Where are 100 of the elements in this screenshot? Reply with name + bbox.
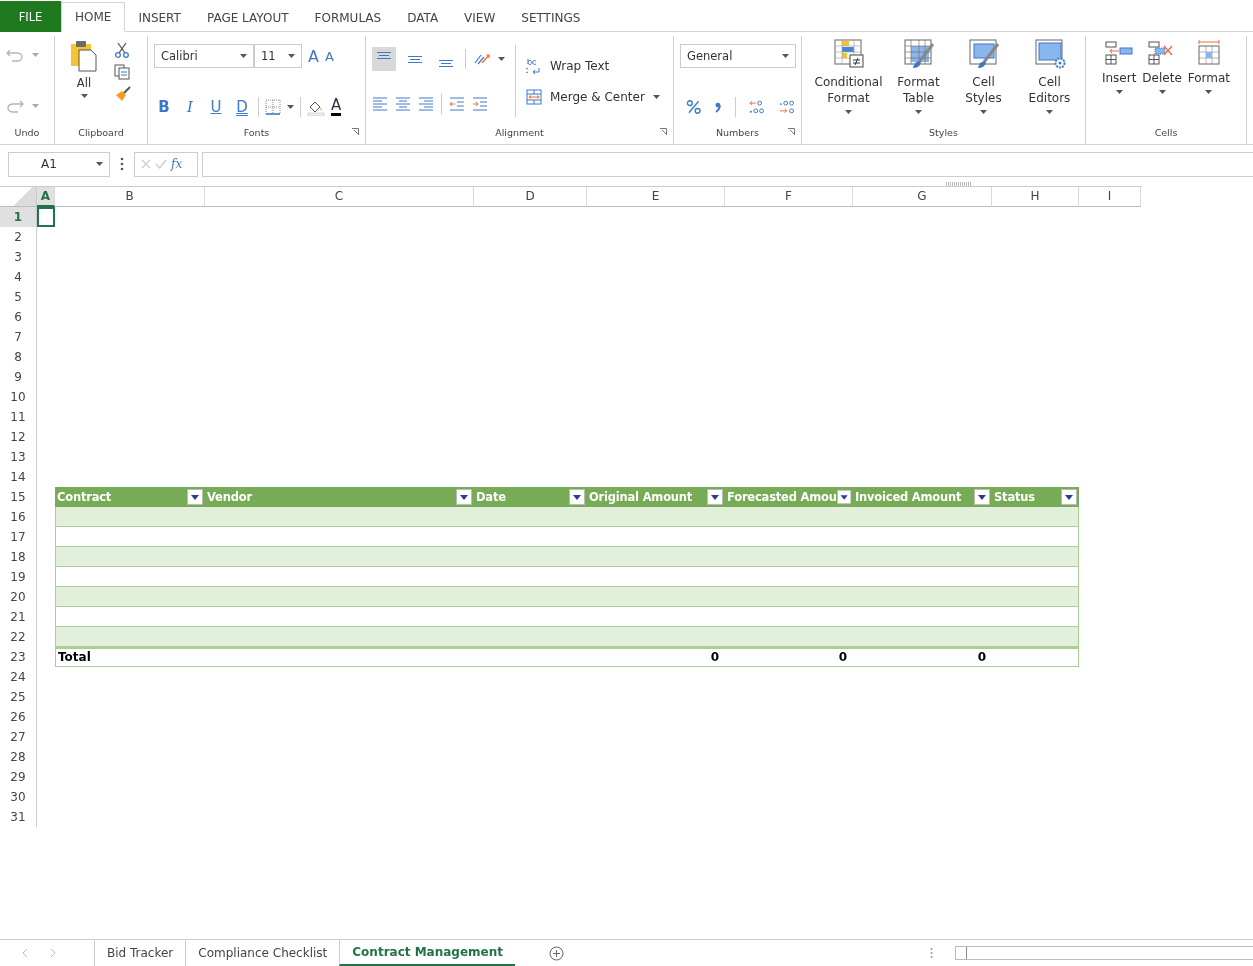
column-header[interactable]: I bbox=[1079, 187, 1141, 207]
row-header[interactable]: 30 bbox=[0, 787, 37, 807]
row-header[interactable]: 31 bbox=[0, 807, 37, 827]
row-header[interactable]: 1 bbox=[0, 207, 37, 227]
menu-tab[interactable]: FORMULAS bbox=[301, 3, 395, 32]
cells-insert-button[interactable]: Insert bbox=[1101, 36, 1137, 125]
horizontal-scrollbar[interactable] bbox=[955, 946, 1253, 960]
row-header[interactable]: 2 bbox=[0, 227, 37, 247]
active-cell[interactable] bbox=[37, 207, 55, 227]
row-header[interactable]: 15 bbox=[0, 487, 37, 507]
merge-center-button[interactable]: Merge & Center bbox=[526, 88, 660, 105]
font-name-dropdown[interactable]: Calibri bbox=[154, 44, 254, 69]
cell-editors-button[interactable]: Cell Editors bbox=[1024, 36, 1075, 125]
cell-styles-button[interactable]: Cell Styles bbox=[952, 36, 1015, 125]
decrease-decimal-icon[interactable] bbox=[777, 98, 795, 115]
row-header[interactable]: 13 bbox=[0, 447, 37, 467]
row-header[interactable]: 3 bbox=[0, 247, 37, 267]
row-header[interactable]: 9 bbox=[0, 367, 37, 387]
row-header[interactable]: 17 bbox=[0, 527, 37, 547]
row-header[interactable]: 18 bbox=[0, 547, 37, 567]
row-header[interactable]: 23 bbox=[0, 647, 37, 667]
row-header[interactable]: 20 bbox=[0, 587, 37, 607]
row-header[interactable]: 6 bbox=[0, 307, 37, 327]
row-header[interactable]: 24 bbox=[0, 667, 37, 687]
row-header[interactable]: 7 bbox=[0, 327, 37, 347]
name-box[interactable]: A1 bbox=[8, 151, 110, 177]
menu-tab[interactable]: VIEW bbox=[451, 3, 509, 32]
column-header[interactable]: C bbox=[205, 187, 474, 207]
font-style-button[interactable]: D bbox=[232, 97, 252, 116]
paintbrush-icon[interactable] bbox=[114, 86, 132, 102]
sheet-tab[interactable]: Bid Tracker bbox=[94, 940, 186, 966]
filter-dropdown-icon[interactable] bbox=[707, 489, 723, 505]
dialog-launcher-icon[interactable] bbox=[660, 128, 667, 135]
cells-format-button[interactable]: Format bbox=[1187, 36, 1231, 125]
copy-icon[interactable] bbox=[114, 64, 130, 80]
grow-font-button[interactable]: A bbox=[308, 46, 319, 66]
row-header[interactable]: 25 bbox=[0, 687, 37, 707]
row-header[interactable]: 21 bbox=[0, 607, 37, 627]
filter-dropdown-icon[interactable] bbox=[836, 489, 851, 505]
row-header[interactable]: 12 bbox=[0, 427, 37, 447]
scissors-icon[interactable] bbox=[114, 42, 130, 58]
row-header[interactable]: 16 bbox=[0, 507, 37, 527]
row-header[interactable]: 19 bbox=[0, 567, 37, 587]
add-sheet-icon[interactable] bbox=[549, 945, 564, 961]
menu-tab[interactable]: DATA bbox=[394, 3, 452, 32]
dialog-launcher-icon[interactable] bbox=[352, 128, 359, 135]
shrink-font-button[interactable]: A bbox=[324, 48, 334, 64]
font-style-button[interactable]: B bbox=[154, 97, 174, 116]
caret-icon bbox=[980, 110, 987, 114]
filter-dropdown-icon[interactable] bbox=[974, 489, 990, 505]
menu-tab[interactable]: SETTINGS bbox=[508, 3, 594, 32]
row-header[interactable]: 5 bbox=[0, 287, 37, 307]
row-header[interactable]: 14 bbox=[0, 467, 37, 487]
vertical-align-button[interactable] bbox=[372, 47, 396, 72]
font-color-button[interactable]: A bbox=[331, 97, 342, 116]
font-style-button[interactable]: I bbox=[180, 97, 200, 116]
row-header[interactable]: 26 bbox=[0, 707, 37, 727]
column-header[interactable]: H bbox=[992, 187, 1079, 207]
column-header[interactable]: E bbox=[587, 187, 725, 207]
wrap-text-button[interactable]: Wrap Text bbox=[526, 56, 660, 75]
column-header[interactable]: D bbox=[474, 187, 587, 207]
file-button[interactable]: FILE bbox=[0, 1, 61, 32]
column-header[interactable]: B bbox=[55, 187, 205, 207]
caret-icon[interactable] bbox=[287, 104, 294, 109]
filter-dropdown-icon[interactable] bbox=[187, 489, 203, 505]
row-header[interactable]: 22 bbox=[0, 627, 37, 647]
format-table-button[interactable]: Format Table bbox=[894, 36, 943, 125]
function-button[interactable]: fx bbox=[171, 157, 183, 171]
row-header[interactable]: 29 bbox=[0, 767, 37, 787]
row-header[interactable]: 11 bbox=[0, 407, 37, 427]
filter-dropdown-icon[interactable] bbox=[456, 489, 472, 505]
menu-tab[interactable]: HOME bbox=[61, 2, 126, 32]
borders-icon[interactable] bbox=[265, 98, 281, 115]
formula-input[interactable] bbox=[202, 151, 1253, 177]
cells-delete-button[interactable]: Delete bbox=[1142, 36, 1182, 125]
caret-icon[interactable] bbox=[498, 57, 505, 62]
conditional-format-button[interactable]: Conditional Format bbox=[812, 36, 885, 125]
column-header[interactable]: G bbox=[853, 187, 992, 207]
font-style-button[interactable]: U bbox=[206, 97, 226, 116]
sheet-tab[interactable]: Contract Management bbox=[339, 940, 515, 966]
filter-dropdown-icon[interactable] bbox=[569, 489, 585, 505]
percent-icon[interactable] bbox=[686, 98, 702, 115]
column-header[interactable]: F bbox=[725, 187, 853, 207]
menu-tab[interactable]: INSERT bbox=[125, 3, 194, 32]
row-header[interactable]: 28 bbox=[0, 747, 37, 767]
paste-button[interactable]: All bbox=[70, 36, 98, 125]
increase-decimal-icon[interactable] bbox=[748, 98, 766, 115]
dialog-launcher-icon[interactable] bbox=[788, 128, 795, 135]
font-size-dropdown[interactable]: 11 bbox=[254, 44, 302, 69]
column-header[interactable]: A bbox=[37, 187, 55, 207]
row-header[interactable]: 8 bbox=[0, 347, 37, 367]
row-header[interactable]: 4 bbox=[0, 267, 37, 287]
filter-dropdown-icon[interactable] bbox=[1061, 489, 1077, 505]
splitter-grip-icon[interactable] bbox=[946, 182, 972, 186]
row-header[interactable]: 27 bbox=[0, 727, 37, 747]
row-header[interactable]: 10 bbox=[0, 387, 37, 407]
more-icon[interactable] bbox=[120, 157, 124, 171]
menu-tab[interactable]: PAGE LAYOUT bbox=[193, 3, 302, 32]
column-title: Contract bbox=[57, 490, 112, 504]
number-format-dropdown[interactable]: General bbox=[680, 44, 796, 69]
